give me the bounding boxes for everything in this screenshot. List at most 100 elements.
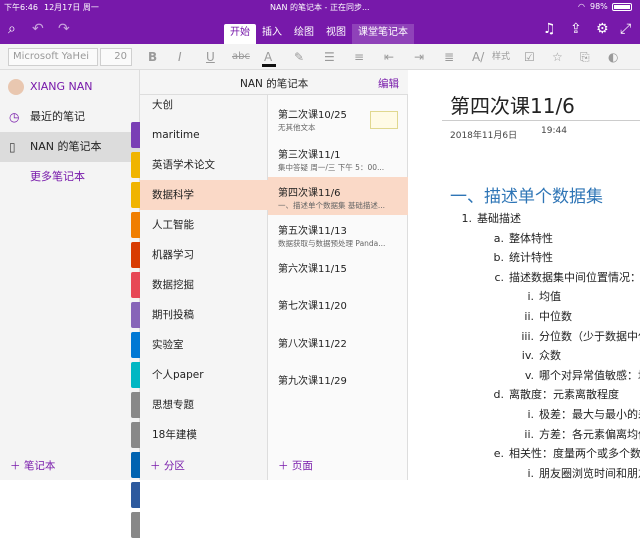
page-item[interactable]: 第三次课11/1 集中答疑 周一/三 下午 5：00... xyxy=(268,139,408,177)
indent-icon[interactable]: ⇥ xyxy=(414,49,424,65)
section-color-tab[interactable] xyxy=(131,362,140,388)
section-item[interactable]: 思想专题 xyxy=(140,390,268,420)
section-item[interactable]: 数据挖掘 xyxy=(140,270,268,300)
outdent-icon[interactable]: ⇤ xyxy=(384,49,394,65)
outline-text[interactable]: 均值 xyxy=(539,290,561,304)
font-color-icon[interactable]: A xyxy=(264,49,272,65)
user-row[interactable]: XIANG NAN xyxy=(0,72,140,102)
outline-number: a. xyxy=(493,231,504,245)
tab-class-notebook[interactable]: 课堂笔记本 xyxy=(352,24,414,44)
outline-text[interactable]: 离散度：元素离散程度 xyxy=(509,388,619,402)
page-snippet: 一、描述单个数据集 基础描述... xyxy=(278,201,386,210)
font-size-field[interactable]: 20 xyxy=(100,48,132,66)
nav-more-notebooks[interactable]: 更多笔记本 xyxy=(0,162,140,192)
note-heading[interactable]: 一、描述单个数据集 xyxy=(450,182,603,207)
page-item[interactable]: 第七次课11/20 xyxy=(268,290,408,328)
outline-text[interactable]: 众数 xyxy=(539,349,561,363)
section-color-tab[interactable] xyxy=(131,302,140,328)
nav-notebook[interactable]: ▯ NAN 的笔记本 xyxy=(0,132,140,162)
gear-icon[interactable]: ⚙ xyxy=(596,22,609,36)
outline-number: ii. xyxy=(524,427,534,441)
section-list: 大创 maritime 英语学术论文 数据科学 人工智能 机器学习 数据挖掘 期… xyxy=(140,95,268,480)
bold-icon[interactable]: B xyxy=(148,49,157,65)
section-item[interactable]: 英语学术论文 xyxy=(140,150,268,180)
strikethrough-icon[interactable]: abc xyxy=(232,49,250,65)
highlighter-icon[interactable]: ✎ xyxy=(294,49,304,65)
section-color-tab[interactable] xyxy=(131,122,140,148)
section-color-tab[interactable] xyxy=(131,392,140,418)
outline-text[interactable]: 整体特性 xyxy=(509,232,553,246)
outline-number: iv. xyxy=(521,349,534,363)
outline-text[interactable]: 方差：各元素偏离均值 xyxy=(539,428,640,442)
attach-icon[interactable]: ⎘ xyxy=(580,49,590,65)
mic-icon[interactable]: ◐ xyxy=(608,49,618,65)
page-item[interactable]: 第六次课11/15 xyxy=(268,253,408,291)
bell-icon[interactable]: ♫ xyxy=(543,22,556,36)
outline-text[interactable]: 中位数 xyxy=(539,310,572,324)
add-notebook-button[interactable]: ＋ 笔记本 xyxy=(10,452,55,480)
search-icon[interactable]: ⌕ xyxy=(8,22,16,36)
outline-text[interactable]: 统计特性 xyxy=(509,251,553,265)
edit-button[interactable]: 编辑 xyxy=(378,76,399,91)
section-color-tab[interactable] xyxy=(131,422,140,448)
expand-icon[interactable]: ⤢ xyxy=(620,22,631,36)
note-title[interactable]: 第四次课11/6 xyxy=(450,90,575,119)
styles-icon[interactable]: A/ xyxy=(472,49,484,65)
outline-text[interactable]: 极差：最大与最小的差 xyxy=(539,408,640,422)
section-color-tab[interactable] xyxy=(131,272,140,298)
note-canvas[interactable]: 第四次课11/6 2018年11月6日 19:44 一、描述单个数据集 1. 基础… xyxy=(408,70,640,480)
nav-recent[interactable]: ◷ 最近的笔记 xyxy=(0,102,140,132)
section-item[interactable]: 人工智能 xyxy=(140,210,268,240)
checkbox-icon[interactable]: ☑ xyxy=(524,49,535,65)
section-color-tab[interactable] xyxy=(131,452,140,478)
page-item-selected[interactable]: 第四次课11/6 一、描述单个数据集 基础描述... xyxy=(268,177,408,215)
section-color-tab[interactable] xyxy=(131,512,140,538)
section-color-tab[interactable] xyxy=(131,152,140,178)
tab-home[interactable]: 开始 xyxy=(224,24,256,44)
section-item[interactable]: 机器学习 xyxy=(140,240,268,270)
star-icon[interactable]: ☆ xyxy=(552,49,563,65)
section-color-tab[interactable] xyxy=(131,242,140,268)
section-color-tab[interactable] xyxy=(131,332,140,358)
section-item[interactable]: 实验室 xyxy=(140,330,268,360)
battery-text: 98% xyxy=(590,2,608,11)
tab-draw[interactable]: 绘图 xyxy=(288,24,320,44)
outline-text[interactable]: 朋友圈浏览时间和朋友 xyxy=(539,467,640,480)
bullet-list-icon[interactable]: ☰ xyxy=(324,49,335,65)
book-icon: ▯ xyxy=(9,140,16,154)
section-item[interactable]: 18年建模 xyxy=(140,420,268,450)
section-color-tab[interactable] xyxy=(131,212,140,238)
add-page-button[interactable]: ＋ 页面 xyxy=(278,452,313,480)
font-name-field[interactable]: Microsoft YaHei xyxy=(8,48,98,66)
align-icon[interactable]: ≣ xyxy=(444,49,454,65)
outline-text[interactable]: 描述数据集中间位置情况： xyxy=(509,271,640,285)
section-item[interactable]: maritime xyxy=(140,120,268,150)
section-item-selected[interactable]: 数据科学 xyxy=(140,180,268,210)
tab-view[interactable]: 视图 xyxy=(320,24,352,44)
tab-insert[interactable]: 插入 xyxy=(256,24,288,44)
styles-label[interactable]: 样式 xyxy=(492,49,510,65)
italic-icon[interactable]: I xyxy=(178,49,182,65)
outline-text[interactable]: 基础描述 xyxy=(477,212,521,226)
page-item[interactable]: 第八次课11/22 xyxy=(268,328,408,366)
outline-number: d. xyxy=(493,388,504,402)
outline-text[interactable]: 分位数（少于数据中位 xyxy=(539,330,640,344)
underline-icon[interactable]: U xyxy=(206,49,215,65)
outline-text[interactable]: 相关性：度量两个或多个数 xyxy=(509,447,640,461)
section-item[interactable]: 个人paper xyxy=(140,360,268,390)
numbered-list-icon[interactable]: ≡ xyxy=(354,49,364,65)
undo-icon[interactable]: ↶ xyxy=(32,22,44,36)
user-name: XIANG NAN xyxy=(30,80,93,93)
page-item[interactable]: 第二次课10/25 无其他文本 xyxy=(268,99,408,137)
section-color-tab[interactable] xyxy=(131,182,140,208)
section-item[interactable]: 大创 xyxy=(140,90,268,120)
section-color-tab[interactable] xyxy=(131,482,140,508)
outline-number: ii. xyxy=(524,310,534,323)
page-item[interactable]: 第九次课11/29 xyxy=(268,365,408,403)
page-item[interactable]: 第五次课11/13 数据获取与数据预处理 Panda... xyxy=(268,215,408,253)
share-icon[interactable]: ⇪ xyxy=(570,22,582,36)
redo-icon[interactable]: ↷ xyxy=(58,22,70,36)
outline-text[interactable]: 哪个对异常值敏感：均 xyxy=(539,369,640,383)
add-section-button[interactable]: ＋ 分区 xyxy=(150,452,185,480)
section-item[interactable]: 期刊投稿 xyxy=(140,300,268,330)
